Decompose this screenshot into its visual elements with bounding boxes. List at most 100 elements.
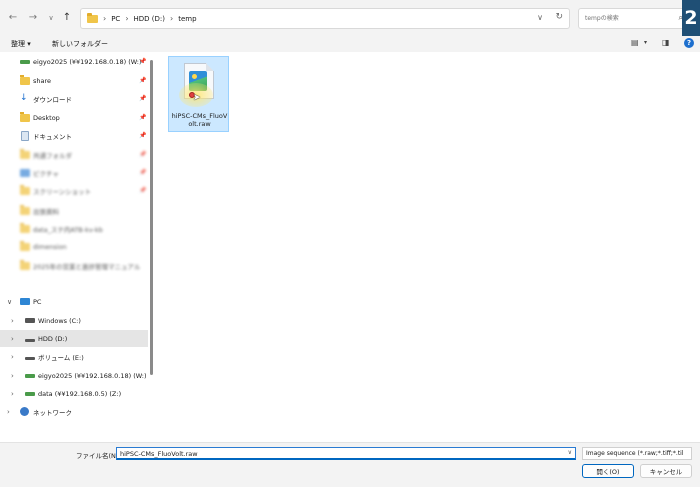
search-box[interactable]: ⌕ — [578, 8, 688, 29]
sidebar-item-hdd-d[interactable]: › HDD (D:) — [0, 330, 148, 347]
windows-drive-icon — [25, 318, 35, 323]
sidebar-item-label: data_ステ内ATB-kv-kb — [33, 225, 103, 234]
pc-icon — [20, 298, 30, 305]
sidebar-item-manual[interactable]: 2025年の営業と進捗管理マニュアル — [0, 257, 148, 274]
sidebar-item-label: 出張資料 — [33, 207, 59, 216]
chevron-right-icon[interactable]: › — [7, 408, 10, 416]
toolbar: 整理 ▾ 新しいフォルダー ▤ ▾ ◨ ? — [0, 36, 700, 52]
pictures-icon — [20, 168, 30, 177]
pin-icon[interactable]: 📌 — [139, 95, 146, 102]
sidebar-item-pictures[interactable]: ピクチャ 📌 — [0, 164, 148, 181]
chevron-right-icon[interactable]: › — [11, 335, 14, 343]
address-bar[interactable]: › PC › HDD (D:) › temp ∨ ↻ — [80, 8, 570, 29]
pin-icon[interactable]: 📌 — [139, 58, 146, 65]
file-list: ➤ hiPSC-CMs_FluoVolt.raw — [154, 52, 700, 442]
recent-chevron-down-icon[interactable]: ∨ — [44, 11, 58, 25]
folder-icon — [20, 148, 30, 159]
new-folder-button[interactable]: 新しいフォルダー — [52, 39, 108, 49]
cancel-button[interactable]: キャンセル — [640, 464, 692, 478]
network-drive-icon — [20, 59, 30, 64]
sidebar-item-data-folder[interactable]: data_ステ内ATB-kv-kb — [0, 220, 148, 237]
chevron-right-icon[interactable]: › — [11, 317, 14, 325]
filename-dropdown-chevron-icon[interactable]: ∨ — [568, 449, 572, 456]
up-arrow-icon[interactable]: ↑ — [60, 11, 74, 25]
folder-icon — [20, 240, 30, 251]
sidebar-item-downloads[interactable]: ↓ ダウンロード 📌 — [0, 90, 148, 107]
view-dropdown-chevron-icon[interactable]: ▾ — [644, 39, 647, 46]
breadcrumb-temp[interactable]: temp — [178, 15, 196, 23]
sidebar-item-volume-e[interactable]: › ボリューム (E:) — [0, 348, 148, 365]
sidebar-item-label: ネットワーク — [33, 408, 72, 417]
chevron-down-icon[interactable]: ∨ — [7, 298, 12, 306]
chevron-right-icon[interactable]: › — [11, 390, 14, 398]
chevron-right-icon[interactable]: › — [11, 353, 14, 361]
pin-icon[interactable]: 📌 — [139, 132, 146, 139]
sidebar-item-label: PC — [33, 297, 42, 306]
sidebar-item-screenshots[interactable]: スクリーンショット 📌 — [0, 182, 148, 199]
pin-icon[interactable]: 📌 — [139, 114, 146, 121]
folder-icon — [87, 12, 98, 23]
sidebar-item-pc[interactable]: ∨ PC — [0, 293, 148, 310]
sidebar-item-windows-c[interactable]: › Windows (C:) — [0, 312, 148, 329]
bottom-panel: ファイル名(N): ∨ Image sequence (*.raw;*.tiff… — [0, 442, 700, 487]
view-options-icon[interactable]: ▤ — [631, 38, 639, 47]
sidebar-item-label: Windows (C:) — [38, 316, 81, 325]
sidebar-item-label: eigyo2025 (¥¥192.168.0.18) (W:) — [38, 371, 147, 380]
folder-icon — [20, 222, 30, 233]
refresh-icon[interactable]: ↻ — [555, 12, 563, 22]
image-sun-icon — [192, 74, 197, 79]
sidebar-item-label: ピクチャ — [33, 169, 59, 178]
help-icon[interactable]: ? — [684, 38, 694, 48]
pin-icon[interactable]: 📌 — [139, 151, 146, 158]
open-button[interactable]: 開く(O) — [582, 464, 634, 478]
sidebar-item-share[interactable]: share 📌 — [0, 72, 148, 89]
corner-badge: 2 — [682, 0, 700, 36]
breadcrumb-hdd[interactable]: HDD (D:) — [134, 15, 165, 23]
sidebar-item-label: ダウンロード — [33, 95, 72, 104]
address-dropdown-chevron-icon[interactable]: ∨ — [537, 13, 543, 22]
file-name-label: hiPSC-CMs_FluoVolt.raw — [171, 112, 228, 128]
sidebar-item-data-z[interactable]: › data (¥¥192.168.0.5) (Z:) — [0, 385, 148, 402]
drive-icon — [25, 356, 35, 360]
preview-pane-icon[interactable]: ◨ — [662, 38, 670, 47]
breadcrumb-separator: › — [170, 14, 174, 23]
sidebar-item-dimension[interactable]: dimension — [0, 238, 148, 255]
sidebar-item-shared-folder[interactable]: 共通フォルダ 📌 — [0, 146, 148, 163]
sidebar-item-eigyo2025-w-drive[interactable]: › eigyo2025 (¥¥192.168.0.18) (W:) — [0, 367, 148, 384]
sidebar-item-label: ボリューム (E:) — [38, 353, 84, 362]
search-input[interactable] — [579, 9, 669, 28]
file-open-dialog: ← → ∨ ↑ › PC › HDD (D:) › temp ∨ ↻ ⌕ 2 整… — [0, 0, 700, 487]
address-row: ← → ∨ ↑ › PC › HDD (D:) › temp ∨ ↻ ⌕ 2 — [0, 0, 700, 36]
filename-input[interactable] — [117, 448, 557, 459]
breadcrumb-pc[interactable]: PC — [111, 15, 120, 23]
pin-icon[interactable]: 📌 — [139, 187, 146, 194]
sidebar-item-label: data (¥¥192.168.0.5) (Z:) — [38, 389, 122, 398]
sidebar-item-desktop[interactable]: Desktop 📌 — [0, 109, 148, 126]
sidebar-item-label: Desktop — [33, 113, 60, 122]
breadcrumb-separator: › — [125, 14, 129, 23]
forward-arrow-icon[interactable]: → — [26, 11, 40, 25]
organize-button[interactable]: 整理 ▾ — [11, 39, 31, 49]
sidebar-item-network[interactable]: › ネットワーク — [0, 403, 148, 420]
file-item[interactable]: ➤ hiPSC-CMs_FluoVolt.raw — [168, 56, 229, 132]
sidebar-item-label: 2025年の営業と進捗管理マニュアル — [33, 262, 141, 271]
sidebar-item-label: dimension — [33, 242, 67, 251]
back-arrow-icon[interactable]: ← — [6, 11, 20, 25]
sidebar-item-label: HDD (D:) — [38, 334, 68, 343]
pin-icon[interactable]: 📌 — [139, 169, 146, 176]
mouse-cursor-icon: ➤ — [193, 93, 201, 103]
document-icon — [21, 130, 29, 141]
sidebar-scrollbar[interactable] — [150, 60, 153, 375]
sidebar-item-documents[interactable]: ドキュメント 📌 — [0, 127, 148, 144]
sidebar-item-trip-docs[interactable]: 出張資料 — [0, 202, 148, 219]
sidebar-item-eigyo2025-w[interactable]: eigyo2025 (¥¥192.168.0.18) (W:) 📌 — [0, 53, 148, 70]
chevron-right-icon[interactable]: › — [11, 372, 14, 380]
folder-icon — [20, 74, 30, 85]
pin-icon[interactable]: 📌 — [139, 77, 146, 84]
filename-field[interactable]: ∨ — [116, 447, 576, 460]
network-drive-icon — [25, 391, 35, 396]
sidebar-item-label: eigyo2025 (¥¥192.168.0.18) (W:) — [33, 57, 142, 66]
file-type-select[interactable]: Image sequence (*.raw;*.tiff;*.til — [582, 447, 692, 460]
navigation-pane: eigyo2025 (¥¥192.168.0.18) (W:) 📌 share … — [0, 52, 154, 442]
sidebar-item-label: share — [33, 76, 52, 85]
